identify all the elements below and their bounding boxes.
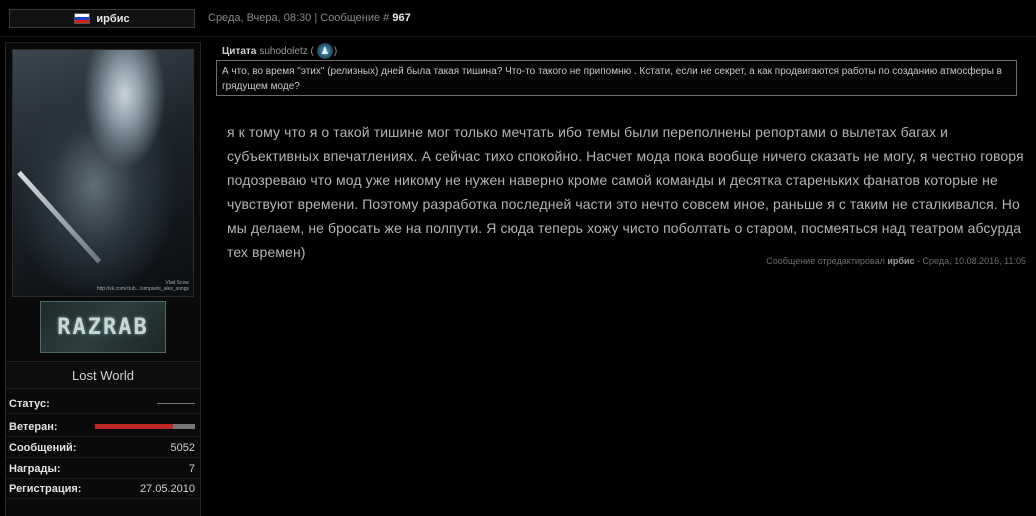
avatar-caption: Vlad Scow http://vk.com/club.../simpsets…: [96, 280, 189, 292]
post-meta: Среда, Вчера, 08:30 | Сообщение # 967: [208, 12, 411, 24]
quote-author: suhodoletz (: [259, 45, 314, 57]
russia-flag-icon: [74, 13, 91, 24]
user-avatar-icon[interactable]: ♟: [316, 43, 333, 59]
stat-awards: Награды: 7: [6, 459, 200, 479]
stat-messages: Сообщений: 5052: [6, 438, 200, 458]
quote-box: А что, во время "этих" (релизных) дней б…: [216, 60, 1017, 96]
team-logo-text: RAZRAB: [57, 314, 149, 340]
team-logo: RAZRAB: [40, 301, 166, 353]
post-date: Среда, Вчера, 08:30 | Сообщение #: [208, 12, 390, 24]
veteran-progress-fill: [95, 424, 173, 429]
avatar-sword-shape: [17, 170, 102, 264]
edited-note: Сообщение отредактировал ирбис - Среда, …: [766, 256, 1026, 266]
user-group: Lost World: [6, 361, 200, 389]
stat-registration: Регистрация: 27.05.2010: [6, 479, 200, 499]
quote-header: Цитата suhodoletz ( ♟ ): [222, 43, 337, 59]
username-link[interactable]: ирбис: [96, 13, 129, 25]
post-number-link[interactable]: 967: [392, 12, 410, 24]
quote-label: Цитата: [222, 45, 257, 57]
avatar: Vlad Scow http://vk.com/club.../simpsets…: [12, 49, 194, 297]
stat-status: Статус:: [6, 394, 200, 414]
post-body: я к тому что я о такой тишине мог только…: [227, 124, 1024, 260]
stat-veteran: Ветеран:: [6, 417, 200, 437]
edited-by-link[interactable]: ирбис: [887, 256, 914, 266]
user-sidebar: Vlad Scow http://vk.com/club.../simpsets…: [5, 42, 201, 516]
status-line: [157, 403, 195, 404]
veteran-progress-bar: [95, 424, 195, 429]
username-box[interactable]: ирбис: [9, 9, 195, 28]
header-divider: [0, 36, 1036, 37]
